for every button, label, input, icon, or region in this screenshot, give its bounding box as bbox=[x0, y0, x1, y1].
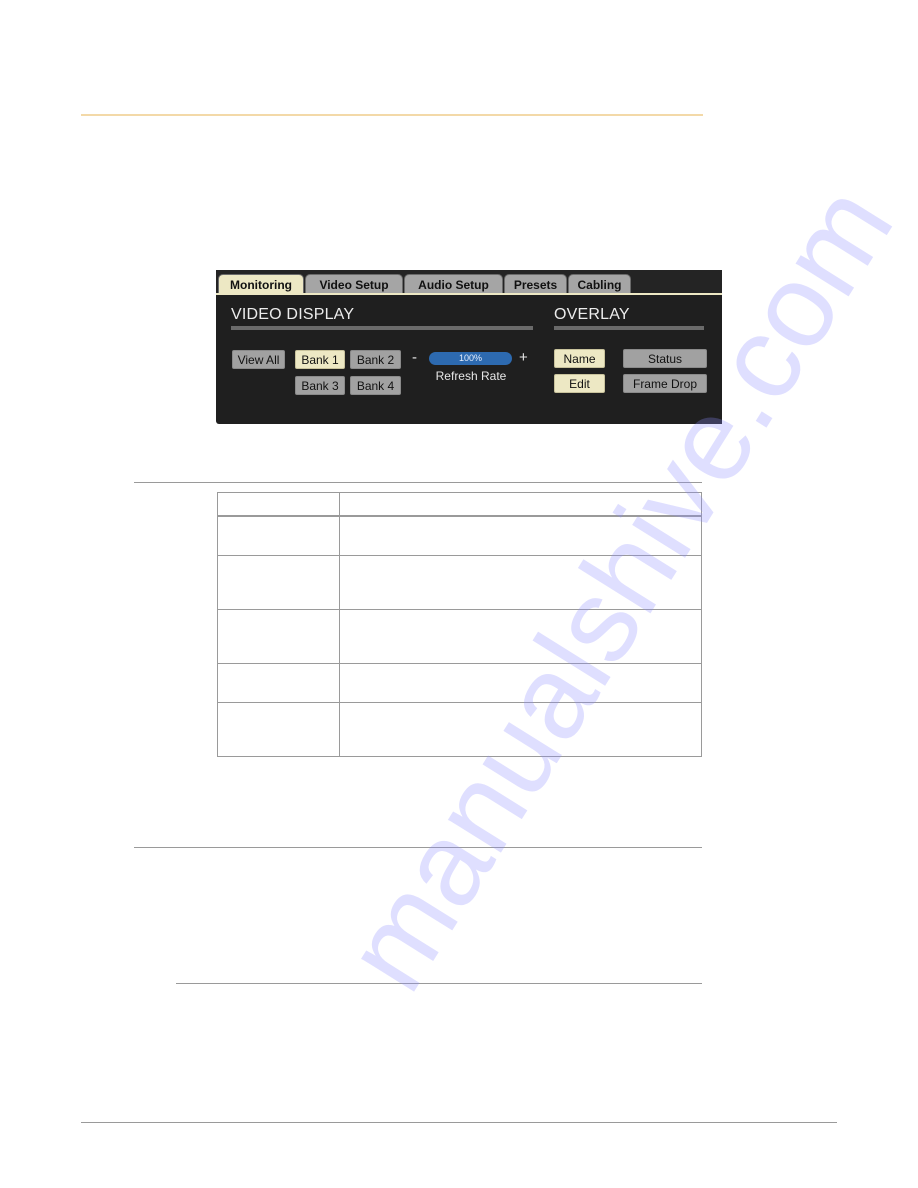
header-rule bbox=[81, 114, 703, 116]
overlay-name-button[interactable]: Name bbox=[554, 349, 605, 368]
refresh-rate-slider[interactable]: 100% bbox=[429, 352, 512, 365]
video-display-title: VIDEO DISPLAY bbox=[231, 306, 355, 323]
table-cell bbox=[339, 515, 702, 556]
table-row bbox=[217, 662, 702, 703]
table-row bbox=[217, 515, 702, 556]
view-all-button[interactable]: View All bbox=[232, 350, 285, 369]
tab-bar: Monitoring Video Setup Audio Setup Prese… bbox=[216, 270, 722, 295]
tab-video-setup[interactable]: Video Setup bbox=[305, 274, 403, 293]
table-cell bbox=[217, 515, 340, 556]
table-cell bbox=[217, 662, 340, 703]
overlay-frame-drop-button[interactable]: Frame Drop bbox=[623, 374, 707, 393]
monitoring-panel: Monitoring Video Setup Audio Setup Prese… bbox=[216, 270, 722, 424]
description-table bbox=[217, 492, 702, 757]
table-cell bbox=[217, 701, 340, 757]
tab-audio-setup[interactable]: Audio Setup bbox=[404, 274, 503, 293]
overlay-edit-button[interactable]: Edit bbox=[554, 374, 605, 393]
section-rule-3 bbox=[176, 983, 702, 984]
refresh-increase-button[interactable]: + bbox=[519, 349, 528, 366]
refresh-rate-label: Refresh Rate bbox=[435, 369, 507, 383]
table-cell bbox=[339, 554, 702, 610]
table-row bbox=[217, 608, 702, 664]
tab-monitoring[interactable]: Monitoring bbox=[218, 274, 304, 294]
section-rule-1 bbox=[134, 482, 702, 483]
overlay-status-button[interactable]: Status bbox=[623, 349, 707, 368]
overlay-title: OVERLAY bbox=[554, 306, 630, 323]
table-cell bbox=[217, 554, 340, 610]
table-header-row bbox=[217, 492, 702, 517]
table-cell bbox=[339, 662, 702, 703]
table-row bbox=[217, 701, 702, 757]
section-rule-2 bbox=[134, 847, 702, 848]
footer-rule bbox=[81, 1122, 837, 1123]
bank-1-button[interactable]: Bank 1 bbox=[295, 350, 345, 369]
table-cell bbox=[339, 608, 702, 664]
tab-underline bbox=[216, 293, 722, 295]
bank-3-button[interactable]: Bank 3 bbox=[295, 376, 345, 395]
tab-presets[interactable]: Presets bbox=[504, 274, 567, 293]
table-row bbox=[217, 554, 702, 610]
table-cell bbox=[217, 608, 340, 664]
video-display-rule bbox=[231, 326, 533, 330]
bank-2-button[interactable]: Bank 2 bbox=[350, 350, 401, 369]
table-header-cell bbox=[339, 492, 702, 517]
table-header-cell bbox=[217, 492, 340, 517]
overlay-rule bbox=[554, 326, 704, 330]
tab-cabling[interactable]: Cabling bbox=[568, 274, 631, 293]
bank-4-button[interactable]: Bank 4 bbox=[350, 376, 401, 395]
refresh-decrease-button[interactable]: - bbox=[412, 349, 417, 366]
table-cell bbox=[339, 701, 702, 757]
